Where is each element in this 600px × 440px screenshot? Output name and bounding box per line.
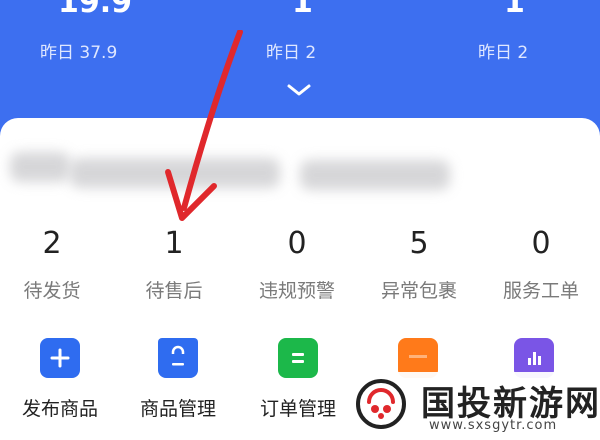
- counter-value[interactable]: 0: [491, 226, 591, 261]
- red-arrow-annotation: [165, 30, 243, 221]
- tool-label: 发布商品: [21, 398, 98, 420]
- list-icon: [278, 338, 318, 378]
- counter-value[interactable]: 2: [2, 226, 102, 261]
- watermark: 国投新游网 www.sxsgytr.com: [345, 372, 600, 440]
- counter-label: 服务工单: [502, 280, 579, 302]
- tool-label: 订单管理: [259, 398, 336, 420]
- tool-product-management[interactable]: 商品管理: [118, 338, 238, 420]
- stat-yesterday: 昨日 2: [266, 43, 317, 63]
- tool-order-management[interactable]: 订单管理: [238, 338, 358, 420]
- shopping-bag-icon: [158, 338, 198, 378]
- watermark-logo-icon: [356, 379, 406, 429]
- counter-label: 违规预警: [258, 280, 335, 302]
- counter-value[interactable]: 0: [247, 226, 347, 261]
- counter-label: 异常包裹: [380, 280, 457, 302]
- counter-label: 待售后: [145, 280, 203, 302]
- blurred-avatar: [10, 152, 70, 182]
- counter-label: 待发货: [23, 280, 81, 302]
- watermark-url: www.sxsgytr.com: [429, 418, 558, 433]
- stat-yesterday: 昨日 37.9: [40, 43, 118, 63]
- blurred-info-row: [0, 148, 600, 192]
- stat-value: 1: [504, 0, 525, 20]
- tool-label: 商品管理: [139, 398, 216, 420]
- stat-yesterday: 昨日 2: [478, 43, 529, 63]
- plus-icon: [40, 338, 80, 378]
- counter-value[interactable]: 1: [124, 226, 224, 261]
- chevron-down-icon[interactable]: [286, 82, 312, 98]
- blurred-text: [300, 160, 450, 190]
- counter-value[interactable]: 5: [369, 226, 469, 261]
- tool-publish-product[interactable]: 发布商品: [0, 338, 120, 420]
- stat-value: 19.9: [58, 0, 133, 20]
- stat-value: 1: [292, 0, 313, 20]
